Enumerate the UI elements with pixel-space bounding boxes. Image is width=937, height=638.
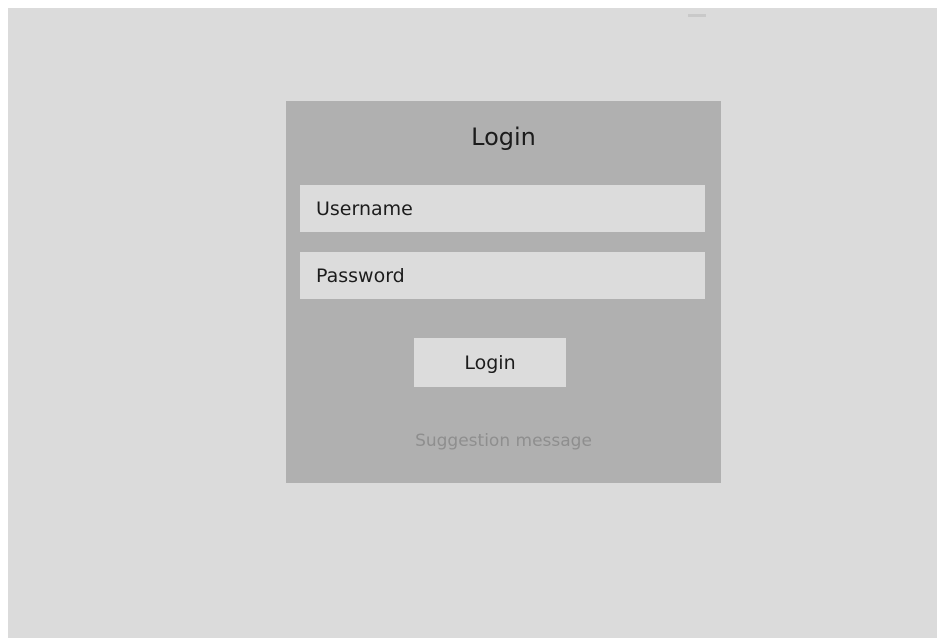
page-background: Login Login Suggestion message <box>8 8 937 638</box>
login-button[interactable]: Login <box>414 338 566 387</box>
password-input[interactable] <box>300 252 705 299</box>
username-input[interactable] <box>300 185 705 232</box>
top-edge-marker <box>688 14 706 17</box>
login-form: Login Login Suggestion message <box>286 101 721 483</box>
suggestion-message: Suggestion message <box>415 431 592 451</box>
login-title: Login <box>471 123 536 151</box>
